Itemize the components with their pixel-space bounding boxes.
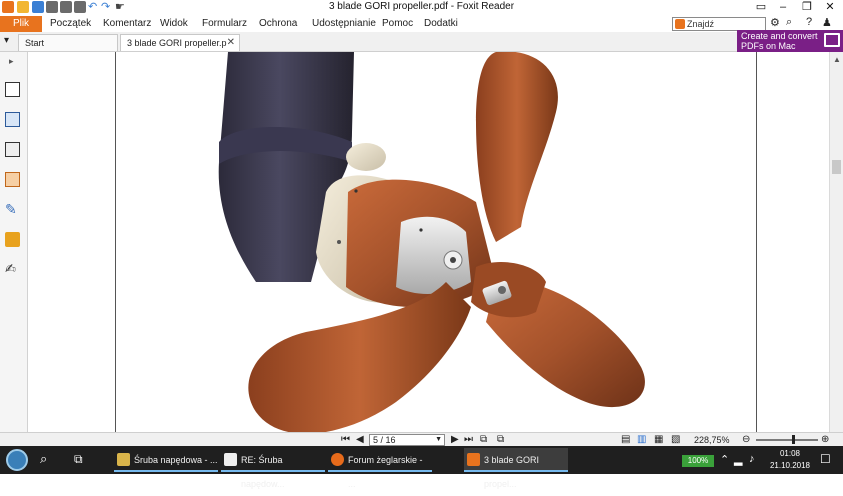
single-page-icon[interactable]: ▤ [621,434,630,446]
page-number-value: 5 / 16 [373,435,396,445]
previous-view-icon[interactable]: ⧉ [480,434,487,446]
account-icon[interactable]: ♟ [822,16,832,29]
taskbar: ⌕ ⧉ Śruba napędowa - ... RE: Śruba napęd… [0,446,843,489]
taskbar-app-label: Forum żeglarskie - ... [348,455,423,489]
file-menu[interactable]: Plik [0,16,42,32]
chevron-up-icon[interactable]: ⌃ [720,453,729,466]
zoom-level[interactable]: 228,75% [694,434,730,446]
promo-banner[interactable]: Create and convert PDFs on Mac [737,30,843,52]
volume-icon[interactable]: ♪ [749,453,755,465]
taskbar-app-label: 3 blade GORI propel... [484,455,540,489]
find-placeholder: Znajdź [687,19,715,29]
taskbar-app-firefox[interactable]: Forum żeglarskie - ... [328,448,432,489]
tab-label: Start [25,38,45,48]
clock-date: 21.10.2018 [769,461,811,470]
firefox-icon [331,453,344,466]
taskbar-app-mail[interactable]: RE: Śruba napędow... [221,448,325,489]
menu-item-share[interactable]: Udostępnianie [312,16,376,32]
zoom-out-icon[interactable]: ⊖ [742,434,750,446]
facing-page-icon[interactable]: ▦ [654,434,663,446]
prev-page-icon[interactable]: ◀ [356,434,364,446]
search-icon[interactable]: ⌕ [40,451,47,467]
browser-icon [117,453,130,466]
menu-item-protect[interactable]: Ochrona [259,16,297,32]
navigation-panel: ▸ ✎ ✍ [0,52,28,432]
task-view-icon[interactable]: ⧉ [74,452,83,467]
tab-bar: ▾ Start 3 blade GORI propeller.p ✕ [0,32,843,52]
start-button[interactable] [6,449,28,471]
search-icon[interactable]: ⌕ [786,16,792,29]
page-number-field[interactable]: 5 / 16 ▼ [369,434,445,446]
pages-icon[interactable] [5,112,20,127]
continuous-facing-icon[interactable]: ▧ [671,434,680,446]
mail-icon [224,453,237,466]
comments-icon[interactable] [5,172,20,187]
expand-panel-icon[interactable]: ▸ [9,56,14,67]
clock-time: 01:08 [779,449,801,458]
zoom-slider[interactable] [756,439,818,441]
find-icon [675,19,685,29]
menu-item-form[interactable]: Formularz [202,16,247,32]
tab-start[interactable]: Start [18,34,118,51]
battery-indicator[interactable]: 100% [682,455,714,467]
continuous-page-icon[interactable]: ▥ [637,434,646,446]
menu-item-comment[interactable]: Komentarz [103,16,151,32]
vertical-scrollbar[interactable]: ▲ [829,52,843,432]
menu-item-view[interactable]: Widok [160,16,188,32]
attachments-icon[interactable]: ✎ [5,202,20,217]
taskbar-app-label: RE: Śruba napędow... [241,455,285,489]
pdf-page[interactable] [115,52,757,432]
propeller-render [218,52,645,432]
minimize-button[interactable]: – [770,0,796,16]
taskbar-app-foxit[interactable]: 3 blade GORI propel... [464,448,568,489]
search-options-icon[interactable]: ⚙ [770,16,780,29]
security-icon[interactable] [5,232,20,247]
taskbar-app-chrome-1[interactable]: Śruba napędowa - ... [114,448,218,472]
monitor-icon [824,33,840,47]
tab-document[interactable]: 3 blade GORI propeller.p ✕ [120,34,240,51]
menu-item-home[interactable]: Początek [50,16,91,32]
zoom-slider-thumb[interactable] [792,435,795,444]
menu-item-help[interactable]: Pomoc [382,16,413,32]
taskbar-app-label: Śruba napędowa - ... [134,455,218,465]
title-bar: ↶ ↷ ☛ 3 blade GORI propeller.pdf - Foxit… [0,0,843,16]
foxit-icon [467,453,480,466]
find-input[interactable]: Znajdź [672,17,766,31]
scroll-thumb[interactable] [832,160,841,174]
menu-bar: Plik Początek Komentarz Widok Formularz … [0,16,843,32]
next-view-icon[interactable]: ⧉ [497,434,504,446]
bookmark-icon[interactable] [5,82,20,97]
next-page-icon[interactable]: ▶ [451,434,459,446]
network-icon[interactable]: ▂ [734,453,742,466]
last-page-icon[interactable]: ⏭ [464,434,473,446]
tab-list-icon[interactable]: ▾ [4,35,9,46]
clock[interactable]: 01:08 21.10.2018 [765,448,815,472]
scroll-up-icon[interactable]: ▲ [833,55,841,64]
help-icon[interactable]: ? [806,16,812,28]
close-icon[interactable]: ✕ [227,35,235,51]
close-button[interactable]: ✕ [817,0,843,16]
window-title: 3 blade GORI propeller.pdf - Foxit Reade… [328,1,515,12]
zoom-in-icon[interactable]: ⊕ [821,434,829,446]
layers-icon[interactable] [5,142,20,157]
notifications-icon[interactable]: ☐ [820,452,831,466]
menu-item-addons[interactable]: Dodatki [424,16,458,32]
chevron-down-icon[interactable]: ▼ [435,435,442,445]
status-bar: ⏮ ◀ 5 / 16 ▼ ▶ ⏭ ⧉ ⧉ ▤ ▥ ▦ ▧ 228,75% ⊖ ⊕ [0,432,843,446]
tab-label: 3 blade GORI propeller.p [127,38,227,48]
first-page-icon[interactable]: ⏮ [341,434,350,446]
signature-icon[interactable]: ✍ [5,262,20,277]
